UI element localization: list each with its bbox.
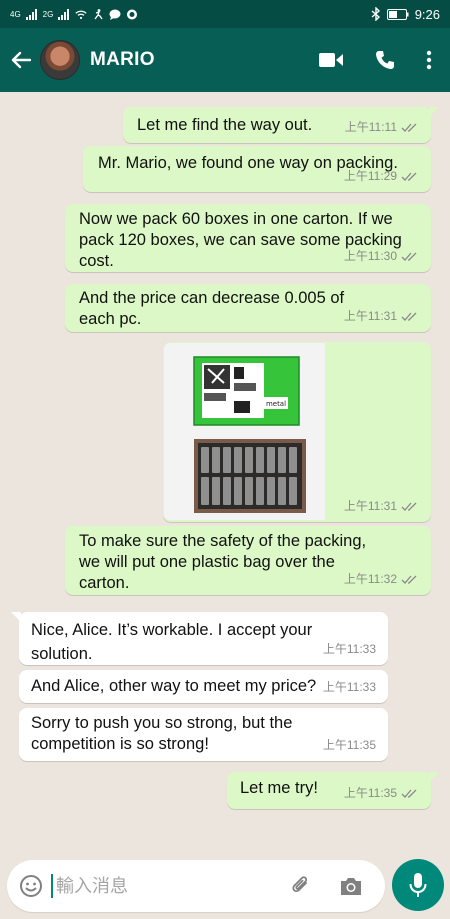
clock: 9:26 bbox=[414, 6, 440, 22]
outgoing-message[interactable]: And the price can decrease 0.005 of each… bbox=[65, 284, 431, 332]
emoji-icon[interactable] bbox=[19, 874, 43, 898]
message-time: 上午11:35 bbox=[343, 786, 397, 800]
cell-signal-icon-2 bbox=[58, 8, 70, 20]
message-time: 上午11:31 bbox=[343, 499, 397, 513]
message-input[interactable] bbox=[51, 874, 271, 898]
outgoing-message[interactable]: Now we pack 60 boxes in one carton. If w… bbox=[65, 204, 431, 272]
outgoing-message[interactable]: Let me try! 上午11:35 bbox=[227, 772, 439, 809]
incoming-message[interactable]: Sorry to push you so strong, but the com… bbox=[19, 708, 388, 761]
image-label-metal: metal bbox=[266, 400, 286, 408]
wifi-icon bbox=[75, 10, 87, 19]
running-icon bbox=[94, 8, 103, 19]
status-bar: 4G 2G 9:26 bbox=[0, 0, 450, 28]
double-check-icon bbox=[401, 312, 417, 321]
signal-4g-label: 4G bbox=[10, 9, 21, 19]
carton-photo-graphic: metal bbox=[193, 356, 306, 513]
double-check-icon bbox=[401, 123, 417, 132]
signal-2g-label: 2G bbox=[42, 9, 54, 19]
back-button[interactable] bbox=[4, 51, 38, 69]
message-time: 上午11:35 bbox=[322, 738, 376, 752]
message-composer bbox=[7, 860, 385, 912]
product-photo[interactable]: metal bbox=[164, 343, 325, 520]
double-check-icon bbox=[401, 252, 417, 261]
incoming-message[interactable]: Nice, Alice. It’s workable. I accept you… bbox=[11, 612, 388, 665]
voice-message-button[interactable] bbox=[392, 859, 444, 911]
bluetooth-icon bbox=[371, 7, 380, 21]
camera-icon[interactable] bbox=[339, 875, 363, 897]
more-options-icon[interactable] bbox=[426, 50, 432, 70]
cell-signal-icon bbox=[25, 8, 37, 20]
avatar[interactable] bbox=[40, 40, 80, 80]
shield-app-icon bbox=[127, 9, 138, 19]
outgoing-message[interactable]: Let me find the way out. 上午11:11 bbox=[123, 107, 439, 143]
chat-header: MARIO bbox=[0, 28, 450, 92]
message-text: Let me find the way out. bbox=[137, 116, 313, 134]
message-time: 上午11:33 bbox=[322, 642, 376, 656]
microphone-icon bbox=[409, 873, 427, 897]
message-text: And Alice, other way to meet my price? bbox=[31, 677, 317, 695]
attach-icon[interactable] bbox=[289, 874, 313, 898]
message-list[interactable]: Let me find the way out. 上午11:11 Mr. Mar… bbox=[0, 92, 450, 852]
message-time: 上午11:11 bbox=[344, 120, 397, 134]
double-check-icon bbox=[401, 575, 417, 584]
message-time: 上午11:29 bbox=[343, 169, 397, 183]
message-time: 上午11:31 bbox=[343, 309, 397, 323]
battery-icon bbox=[386, 8, 409, 20]
outgoing-message[interactable]: Mr. Mario, we found one way on packing. … bbox=[83, 146, 431, 192]
message-text: Let me try! bbox=[240, 779, 318, 797]
message-text: Nice, Alice. It’s workable. I accept you… bbox=[31, 621, 313, 663]
message-time: 上午11:30 bbox=[343, 249, 397, 263]
message-text: To make sure the safety of the packing, … bbox=[79, 532, 367, 592]
double-check-icon bbox=[401, 502, 417, 511]
outgoing-message[interactable]: To make sure the safety of the packing, … bbox=[65, 526, 431, 595]
message-text: And the price can decrease 0.005 of each… bbox=[79, 289, 345, 328]
chat-notification-icon bbox=[109, 9, 121, 20]
double-check-icon bbox=[401, 172, 417, 181]
double-check-icon bbox=[401, 789, 417, 798]
message-time: 上午11:32 bbox=[343, 572, 397, 586]
back-arrow-icon bbox=[11, 51, 31, 69]
message-time: 上午11:33 bbox=[322, 680, 376, 694]
incoming-message[interactable]: And Alice, other way to meet my price? 上… bbox=[19, 670, 388, 703]
contact-name[interactable]: MARIO bbox=[90, 49, 155, 71]
video-call-icon[interactable] bbox=[318, 51, 344, 69]
voice-call-icon[interactable] bbox=[374, 49, 396, 71]
outgoing-image-message[interactable]: metal 上午11:31 bbox=[163, 342, 431, 522]
